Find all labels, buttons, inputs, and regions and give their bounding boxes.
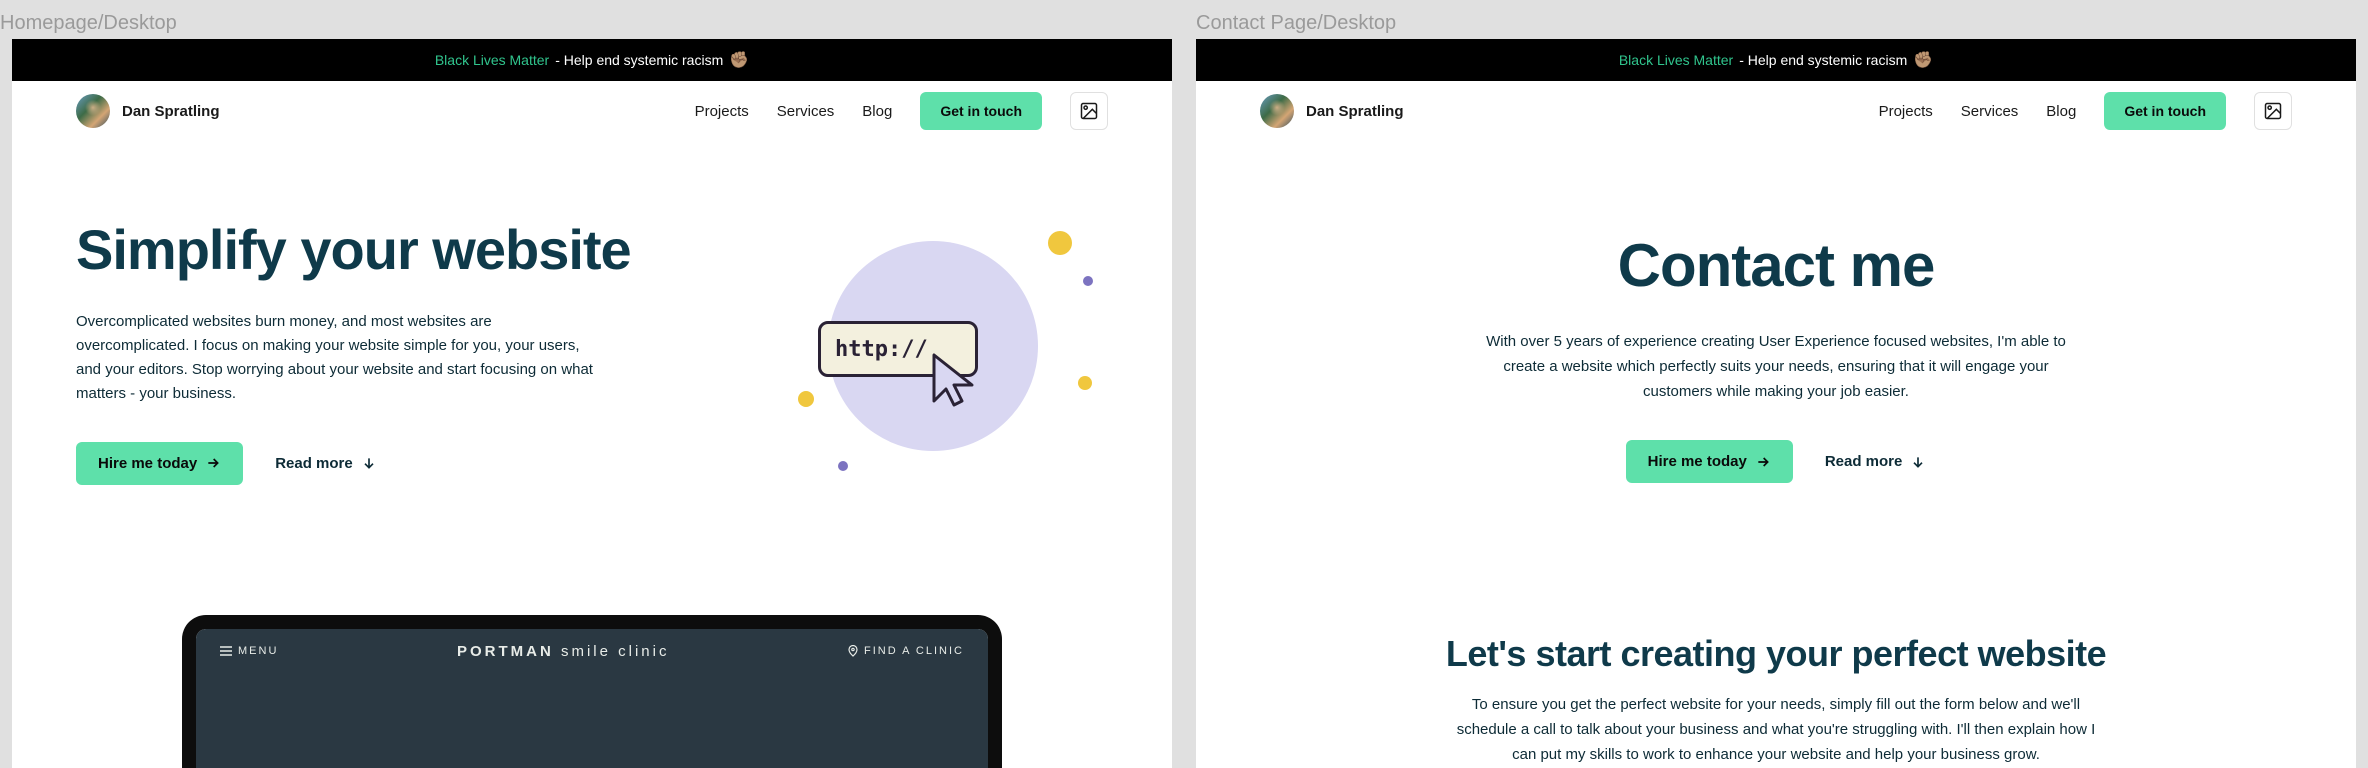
banner-highlight: Black Lives Matter xyxy=(435,52,549,68)
theme-toggle-button[interactable] xyxy=(1070,92,1108,130)
brand-name: Dan Spratling xyxy=(122,103,220,120)
read-more-link[interactable]: Read more xyxy=(275,455,377,472)
hero-actions: Hire me today Read more xyxy=(76,442,631,485)
frame-label-contact: Contact Page/Desktop xyxy=(1196,12,2356,35)
avatar xyxy=(76,94,110,128)
hamburger-icon xyxy=(220,646,232,656)
nav-services[interactable]: Services xyxy=(777,103,835,120)
arrow-down-icon xyxy=(361,455,377,471)
read-more-label: Read more xyxy=(275,455,353,472)
contact-actions: Hire me today Read more xyxy=(1316,440,2236,483)
contact-frame: Black Lives Matter - Help end systemic r… xyxy=(1196,39,2356,768)
mockup-find-clinic: FIND A CLINIC xyxy=(848,645,964,657)
form-intro-title: Let's start creating your perfect websit… xyxy=(1316,633,2236,675)
mockup-menu-label: MENU xyxy=(238,645,278,657)
nav-projects[interactable]: Projects xyxy=(1879,103,1933,120)
announcement-banner[interactable]: Black Lives Matter - Help end systemic r… xyxy=(1196,39,2356,81)
hero-illustration: http:// xyxy=(798,221,1078,481)
pin-icon xyxy=(848,645,858,657)
hero-text: Simplify your website Overcomplicated we… xyxy=(76,221,631,485)
brand-name: Dan Spratling xyxy=(1306,103,1404,120)
brand[interactable]: Dan Spratling xyxy=(1260,94,1404,128)
nav-links: Projects Services Blog Get in touch xyxy=(695,92,1108,130)
read-more-link[interactable]: Read more xyxy=(1825,453,1927,470)
nav-services[interactable]: Services xyxy=(1961,103,2019,120)
arrow-right-icon xyxy=(1755,454,1771,470)
fist-icon: ✊🏽 xyxy=(729,50,749,70)
illus-dot xyxy=(798,391,814,407)
hire-me-label: Hire me today xyxy=(98,455,197,472)
arrow-down-icon xyxy=(1910,454,1926,470)
form-intro-section: Let's start creating your perfect websit… xyxy=(1196,543,2356,767)
contact-title: Contact me xyxy=(1316,231,2236,300)
banner-highlight: Black Lives Matter xyxy=(1619,52,1733,68)
get-in-touch-button[interactable]: Get in touch xyxy=(2104,92,2226,130)
theme-icon xyxy=(1079,101,1099,121)
laptop-screen: MENU PORTMAN smile clinic FIND A CLINIC xyxy=(196,629,988,768)
avatar xyxy=(1260,94,1294,128)
hire-me-button[interactable]: Hire me today xyxy=(1626,440,1793,483)
read-more-label: Read more xyxy=(1825,453,1903,470)
nav-projects[interactable]: Projects xyxy=(695,103,749,120)
main-nav: Dan Spratling Projects Services Blog Get… xyxy=(12,81,1172,141)
nav-blog[interactable]: Blog xyxy=(862,103,892,120)
laptop-mockup-wrap: MENU PORTMAN smile clinic FIND A CLINIC xyxy=(12,615,1172,768)
mockup-logo: PORTMAN smile clinic xyxy=(457,643,670,660)
illus-dot xyxy=(1078,376,1092,390)
frame-label-homepage: Homepage/Desktop xyxy=(0,12,1172,35)
hero-title: Simplify your website xyxy=(76,221,631,280)
illus-dot xyxy=(1048,231,1072,255)
illus-dot xyxy=(838,461,848,471)
brand[interactable]: Dan Spratling xyxy=(76,94,220,128)
homepage-frame: Black Lives Matter - Help end systemic r… xyxy=(12,39,1172,768)
laptop-mockup: MENU PORTMAN smile clinic FIND A CLINIC xyxy=(182,615,1002,768)
arrow-right-icon xyxy=(205,455,221,471)
mockup-find-label: FIND A CLINIC xyxy=(864,645,964,657)
banner-text: - Help end systemic racism xyxy=(555,52,723,68)
theme-toggle-button[interactable] xyxy=(2254,92,2292,130)
mockup-menu: MENU xyxy=(220,645,278,657)
contact-description: With over 5 years of experience creating… xyxy=(1476,330,2076,404)
illus-dot xyxy=(1083,276,1093,286)
banner-text: - Help end systemic racism xyxy=(1739,52,1907,68)
hero-description: Overcomplicated websites burn money, and… xyxy=(76,310,606,406)
hero-section: Simplify your website Overcomplicated we… xyxy=(12,141,1172,525)
get-in-touch-button[interactable]: Get in touch xyxy=(920,92,1042,130)
nav-blog[interactable]: Blog xyxy=(2046,103,2076,120)
fist-icon: ✊🏽 xyxy=(1913,50,1933,70)
form-intro-description: To ensure you get the perfect website fo… xyxy=(1446,693,2106,767)
theme-icon xyxy=(2263,101,2283,121)
main-nav: Dan Spratling Projects Services Blog Get… xyxy=(1196,81,2356,141)
contact-hero: Contact me With over 5 years of experien… xyxy=(1196,141,2356,543)
hire-me-button[interactable]: Hire me today xyxy=(76,442,243,485)
hire-me-label: Hire me today xyxy=(1648,453,1747,470)
nav-links: Projects Services Blog Get in touch xyxy=(1879,92,2292,130)
announcement-banner[interactable]: Black Lives Matter - Help end systemic r… xyxy=(12,39,1172,81)
mockup-nav: MENU PORTMAN smile clinic FIND A CLINIC xyxy=(196,629,988,674)
cursor-icon xyxy=(928,351,992,415)
